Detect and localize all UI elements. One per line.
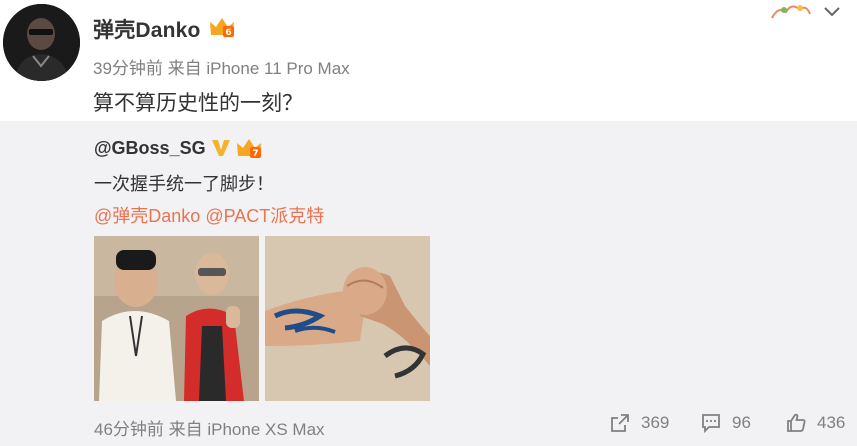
- comment-count: 96: [732, 413, 751, 432]
- like-count: 436: [817, 413, 846, 432]
- comment-icon: [702, 414, 720, 434]
- avatar-image: [3, 4, 80, 81]
- svg-text:7: 7: [252, 149, 258, 159]
- comment-button[interactable]: 96: [700, 412, 751, 434]
- chevron-down-icon[interactable]: [822, 4, 842, 20]
- verified-v-icon: [210, 136, 232, 158]
- share-icon: [611, 414, 629, 432]
- repost-username[interactable]: @GBoss_SG: [94, 138, 206, 159]
- like-button[interactable]: 436: [785, 412, 845, 434]
- avatar[interactable]: [3, 4, 80, 81]
- photo-thumbnail-people[interactable]: [94, 236, 259, 401]
- decoration-icon: [770, 0, 812, 20]
- vip-crown-icon[interactable]: 7: [235, 136, 263, 160]
- vip-crown-icon[interactable]: 6: [208, 15, 236, 39]
- photo-thumbnail-handshake[interactable]: [265, 236, 430, 401]
- post-meta: 39分钟前 来自 iPhone 11 Pro Max: [93, 59, 350, 78]
- share-button[interactable]: 369: [609, 412, 669, 434]
- mention-link-danko[interactable]: @弹壳Danko: [94, 206, 200, 226]
- mention-list: @弹壳Danko @PACT派克特: [94, 202, 324, 228]
- svg-text:6: 6: [225, 28, 231, 38]
- mention-link-pact[interactable]: @PACT派克特: [205, 206, 324, 226]
- post-text: 算不算历史性的一刻？: [93, 92, 303, 115]
- share-count: 369: [641, 413, 670, 432]
- repost-meta: 46分钟前 来自 iPhone XS Max: [94, 420, 325, 439]
- like-icon: [787, 413, 806, 432]
- repost-text: 一次握手统一了脚步！: [94, 174, 274, 194]
- post-username[interactable]: 弹壳Danko: [93, 14, 201, 44]
